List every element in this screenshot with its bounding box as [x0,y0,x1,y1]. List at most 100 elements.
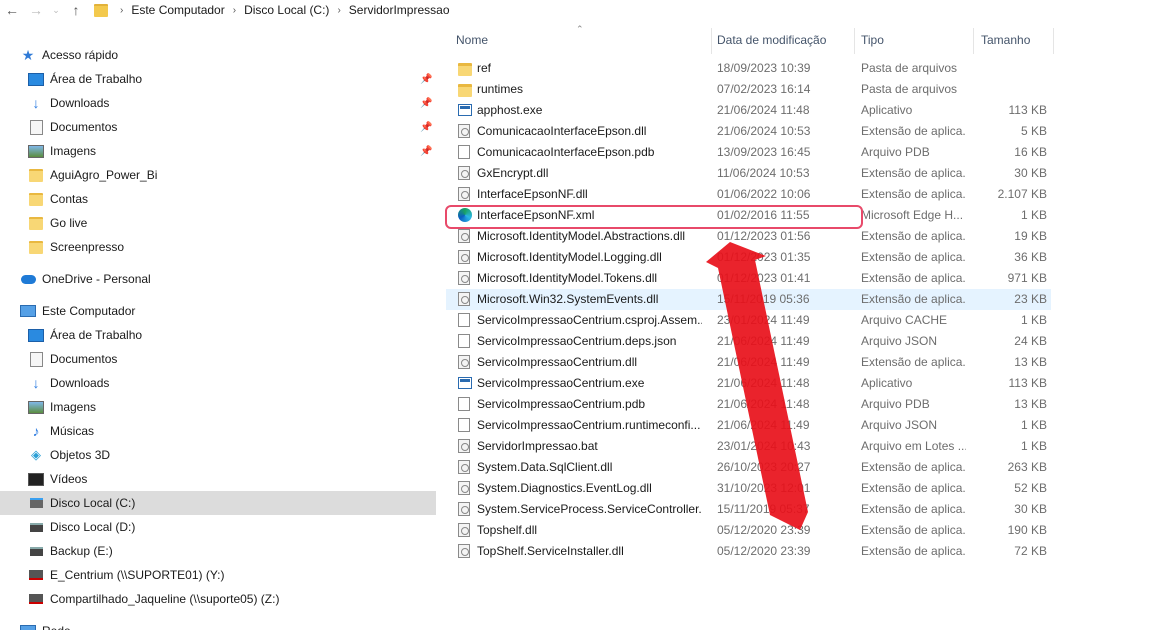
recent-dropdown-icon[interactable]: ⌄ [48,0,64,20]
file-type: Arquivo CACHE [861,313,948,327]
dll-file-icon [458,460,470,474]
sidebar-item[interactable]: Backup (E:) [0,539,436,563]
chevron-right-icon[interactable]: › [229,5,240,16]
sidebar-item[interactable]: ♪ Músicas [0,419,436,443]
file-name: InterfaceEpsonNF.dll [477,187,588,201]
breadcrumb-item[interactable]: Este Computador [127,3,228,17]
file-row[interactable]: ref 18/09/2023 10:39 Pasta de arquivos [446,58,1051,79]
doc-file-icon [458,397,470,411]
file-size: 13 KB [1014,355,1047,369]
pin-icon[interactable]: 📌 [420,74,432,85]
file-row[interactable]: System.ServiceProcess.ServiceController.… [446,499,1051,520]
sidebar-item[interactable]: Documentos [0,347,436,371]
forward-arrow-icon[interactable]: → [24,0,48,20]
dll-file-icon [458,166,470,180]
file-row[interactable]: Microsoft.IdentityModel.Logging.dll 01/12… [446,247,1051,268]
file-size: 24 KB [1014,334,1047,348]
sidebar-item[interactable]: Este Computador [0,299,436,323]
column-divider[interactable] [973,28,974,54]
file-name: Microsoft.IdentityModel.Abstractions.dll [477,229,686,243]
file-size: 971 KB [1007,271,1047,285]
sidebar-item[interactable]: Imagens [0,395,436,419]
pin-icon[interactable]: 📌 [420,98,432,109]
file-row[interactable]: ServicoImpressaoCentrium.runtimeconfi...… [446,415,1051,436]
file-row[interactable]: System.Data.SqlClient.dll 26/10/2023 20:2… [446,457,1051,478]
file-row[interactable]: ServicoImpressaoCentrium.deps.json 21/06/… [446,331,1051,352]
back-arrow-icon[interactable]: ← [0,0,24,20]
sidebar-item[interactable]: Área de Trabalho [0,323,436,347]
sidebar-item[interactable]: Vídeos [0,467,436,491]
sidebar-item[interactable]: ★ Acesso rápido [0,43,436,67]
file-row[interactable]: apphost.exe 21/06/2024 11:48 Aplicativo 113… [446,100,1051,121]
column-header-name[interactable]: Nome [456,20,711,60]
file-name: System.Diagnostics.EventLog.dll [477,481,652,495]
file-name: ServicoImpressaoCentrium.dll [477,355,638,369]
column-header-type[interactable]: Tipo [861,20,971,60]
sidebar-item-label: Backup (E:) [50,544,113,558]
pin-icon[interactable]: 📌 [420,122,432,133]
sidebar-item[interactable]: OneDrive - Personal [0,267,436,291]
column-divider[interactable] [711,28,712,54]
up-arrow-icon[interactable]: ↑ [64,0,88,20]
sidebar-item[interactable]: Área de Trabalho 📌 [0,67,436,91]
sidebar-item[interactable]: E_Centrium (\\SUPORTE01) (Y:) [0,563,436,587]
breadcrumb-item[interactable]: Disco Local (C:) [240,3,333,17]
sidebar-item[interactable]: Imagens 📌 [0,139,436,163]
file-date: 21/06/2024 11:49 [717,418,810,432]
column-divider[interactable] [1053,28,1054,54]
sidebar-item-label: Disco Local (C:) [50,496,136,510]
pin-icon[interactable]: 📌 [420,146,432,157]
file-type: Extensão de aplica... [861,544,966,558]
sidebar-item[interactable]: Disco Local (C:) [0,491,436,515]
document-icon [28,119,44,135]
sidebar-item[interactable]: Disco Local (D:) [0,515,436,539]
file-row[interactable]: Microsoft.IdentityModel.Tokens.dll 01/12/… [446,268,1051,289]
file-name: ServicoImpressaoCentrium.pdb [477,397,646,411]
file-row[interactable]: runtimes 07/02/2023 16:14 Pasta de arquivo… [446,79,1051,100]
file-row[interactable]: ServicoImpressaoCentrium.csproj.Assem...… [446,310,1051,331]
file-row[interactable]: ServicoImpressaoCentrium.pdb 21/06/2024 1… [446,394,1051,415]
file-row[interactable]: GxEncrypt.dll 11/06/2024 10:53 Extensão de… [446,163,1051,184]
file-row[interactable]: ServicoImpressaoCentrium.exe 21/06/2024 1… [446,373,1051,394]
breadcrumb-item[interactable]: ServidorImpressao [345,3,454,17]
file-row[interactable]: ServidorImpressao.bat 23/01/2024 10:43 Arq… [446,436,1051,457]
file-row[interactable]: Microsoft.Win32.SystemEvents.dll 15/11/20… [446,289,1051,310]
file-row[interactable]: ServicoImpressaoCentrium.dll 21/06/2024 1… [446,352,1051,373]
doc-file-icon [458,145,470,159]
sidebar-item[interactable]: ↓ Downloads 📌 [0,91,436,115]
chevron-right-icon[interactable]: › [116,5,127,16]
file-type: Aplicativo [861,103,913,117]
file-row[interactable]: InterfaceEpsonNF.dll 01/06/2022 10:06 Exte… [446,184,1051,205]
file-row[interactable]: Microsoft.IdentityModel.Abstractions.dll… [446,226,1051,247]
sidebar-item[interactable]: ◈ Objetos 3D [0,443,436,467]
sidebar-item[interactable]: Contas [0,187,436,211]
folder-icon [28,240,44,254]
sidebar-item[interactable]: Compartilhado_Jaqueline (\\suporte05) (Z… [0,587,436,611]
column-divider[interactable] [854,28,855,54]
file-row[interactable]: ComunicacaoInterfaceEpson.dll 21/06/2024 … [446,121,1051,142]
file-row[interactable]: System.Diagnostics.EventLog.dll 31/10/202… [446,478,1051,499]
dll-file-icon [458,523,470,537]
chevron-right-icon[interactable]: › [333,5,344,16]
sidebar-item[interactable]: ↓ Downloads [0,371,436,395]
folder-icon [28,216,44,230]
file-date: 26/10/2023 20:27 [717,460,811,474]
sidebar-item[interactable]: Documentos 📌 [0,115,436,139]
column-header-size[interactable]: Tamanho [981,20,1051,60]
dll-file-icon [458,250,470,264]
sidebar-item[interactable]: AguiAgro_Power_Bi [0,163,436,187]
file-row[interactable]: Topshelf.dll 05/12/2020 23:39 Extensão de … [446,520,1051,541]
sidebar-item[interactable]: Screenpresso [0,235,436,259]
file-type: Aplicativo [861,376,913,390]
file-type: Arquivo PDB [861,145,930,159]
file-type: Arquivo JSON [861,418,938,432]
sidebar-item[interactable]: Go live [0,211,436,235]
file-row[interactable]: TopShelf.ServiceInstaller.dll 05/12/2020 … [446,541,1051,562]
file-name: TopShelf.ServiceInstaller.dll [477,544,624,558]
file-type: Extensão de aplica... [861,292,966,306]
column-header-date[interactable]: Data de modificação [717,20,852,60]
file-row[interactable]: ComunicacaoInterfaceEpson.pdb 13/09/2023 … [446,142,1051,163]
sidebar-item[interactable]: Rede [0,619,436,630]
file-name: Microsoft.IdentityModel.Tokens.dll [477,271,658,285]
file-size: 1 KB [1020,208,1047,222]
